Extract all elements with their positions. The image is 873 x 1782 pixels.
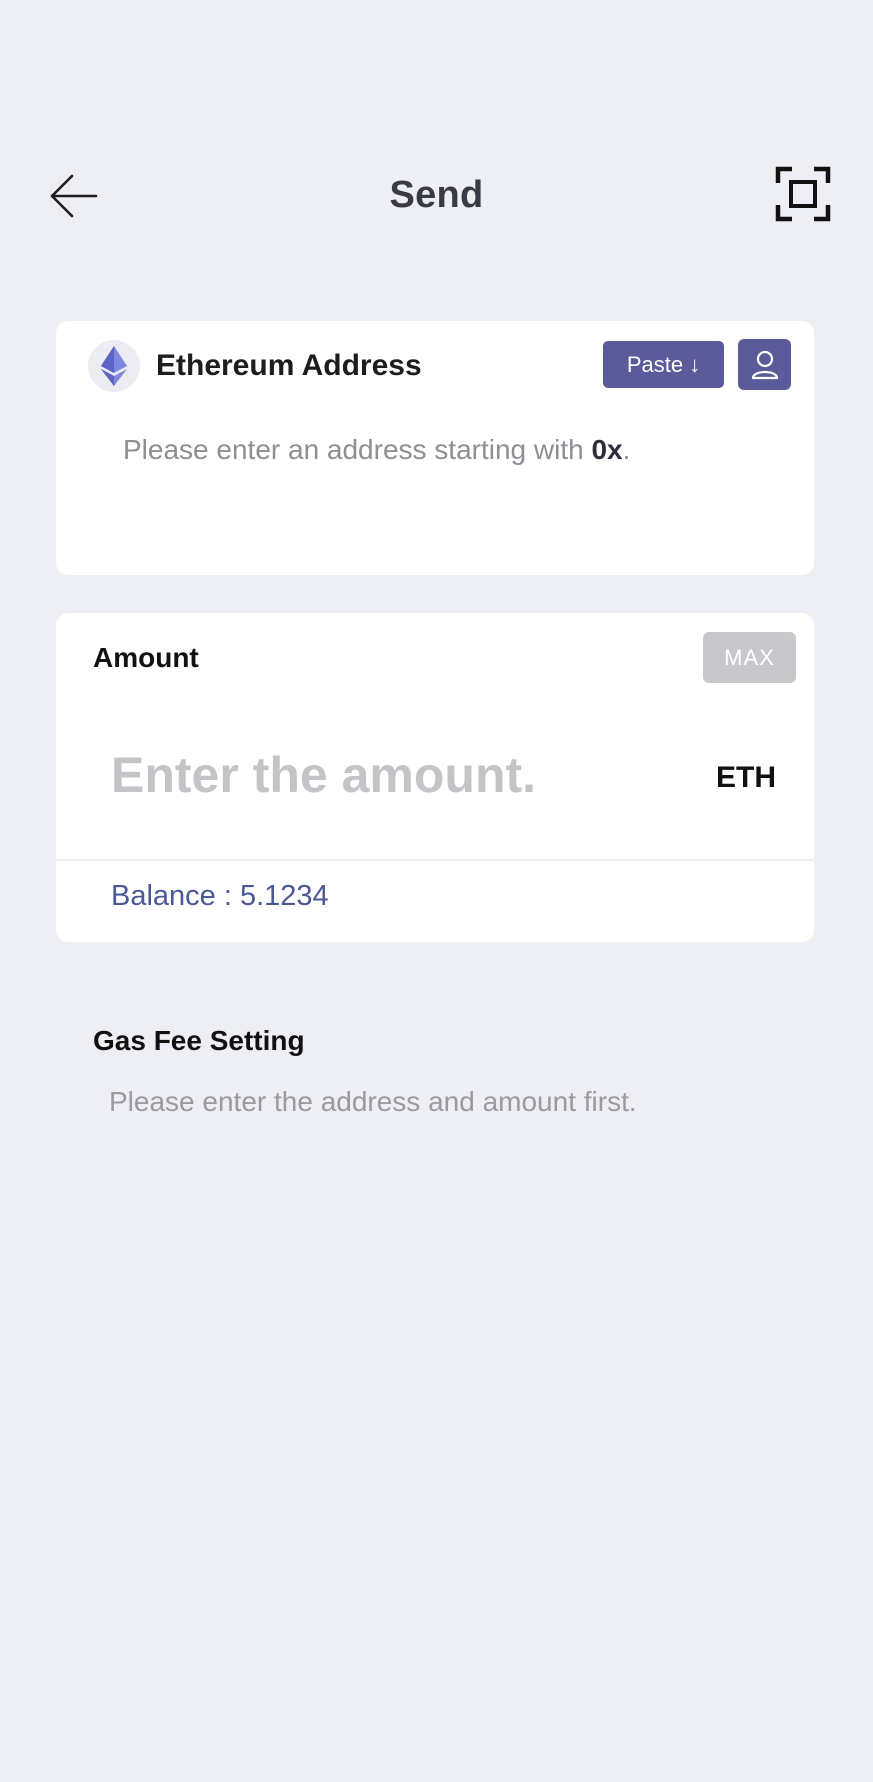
currency-unit: ETH [716, 761, 776, 794]
max-button[interactable]: MAX [703, 632, 796, 683]
paste-label: Paste [626, 351, 684, 377]
scan-button[interactable] [775, 166, 831, 222]
address-label: Ethereum Address [156, 349, 422, 382]
amount-input[interactable]: Enter the amount. [111, 746, 631, 806]
person-icon [751, 350, 778, 379]
address-card: Ethereum Address Paste ↓ Please enter an… [56, 321, 814, 575]
ethereum-icon [101, 346, 127, 386]
arrow-down-icon: ↓ [689, 351, 701, 377]
address-placeholder-highlight: 0x [591, 434, 623, 465]
page-title: Send [389, 174, 484, 216]
amount-label: Amount [93, 642, 199, 673]
header: Send [0, 160, 873, 232]
amount-card: Amount MAX Enter the amount. ETH Balance… [56, 613, 814, 942]
scan-qr-icon [775, 166, 831, 222]
paste-button[interactable]: Paste ↓ [603, 341, 724, 388]
divider [56, 859, 814, 861]
send-screen: Send Ethereum Address Paste ↓ Please ent… [0, 0, 873, 1782]
address-placeholder-suffix: . [622, 434, 631, 465]
gas-fee-title: Gas Fee Setting [93, 1025, 305, 1056]
ethereum-logo [88, 340, 140, 392]
contacts-button[interactable] [738, 339, 791, 390]
address-input[interactable]: Please enter an address starting with 0x… [123, 434, 783, 480]
gas-fee-description: Please enter the address and amount firs… [109, 1086, 637, 1117]
balance-text: Balance : 5.1234 [111, 880, 329, 912]
address-placeholder-prefix: Please enter an address starting with [123, 434, 592, 465]
